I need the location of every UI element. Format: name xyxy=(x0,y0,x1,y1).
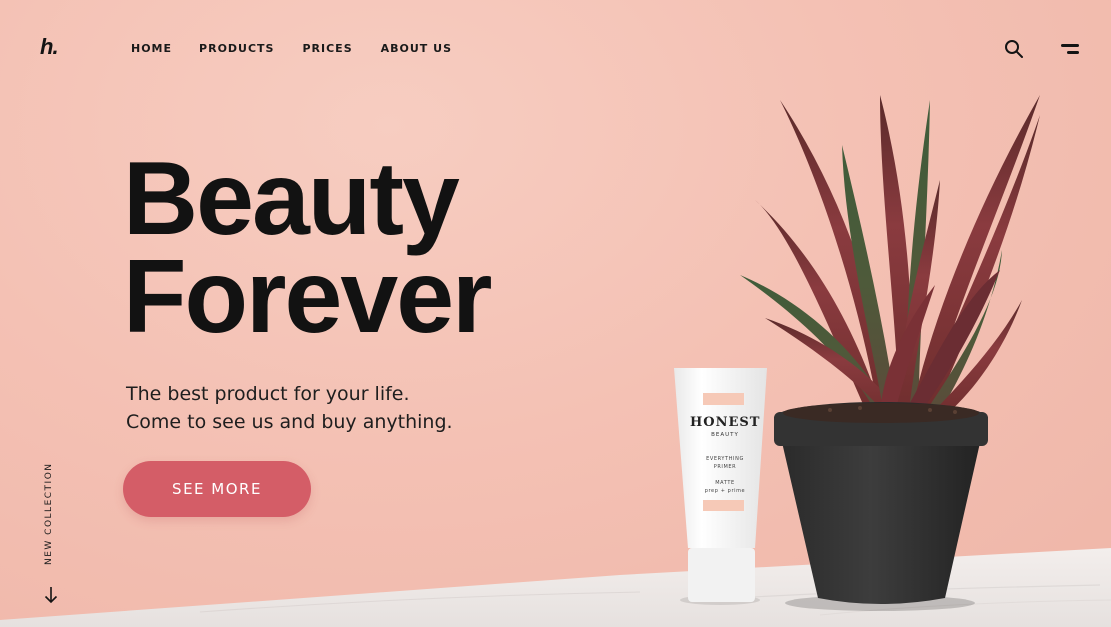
hero-title: Beauty Forever xyxy=(123,141,493,355)
search-icon[interactable] xyxy=(1004,39,1024,59)
landing-page: h. HOME PRODUCTS PRICES ABOUT US Beauty … xyxy=(0,0,1111,627)
hero-title-line-1: Beauty xyxy=(123,141,460,257)
nav-item-products[interactable]: PRODUCTS xyxy=(199,42,274,55)
tube-brand: HONEST xyxy=(690,415,761,430)
hero-title-line-2: Forever xyxy=(123,239,493,355)
tube-line-1: EVERYTHING xyxy=(706,456,744,462)
main-nav: HOME PRODUCTS PRICES ABOUT US xyxy=(131,42,452,55)
hero-subtitle-line-1: The best product for your life. xyxy=(126,383,410,405)
nav-item-home[interactable]: HOME xyxy=(131,42,172,55)
tube-line-4: prep + prime xyxy=(704,488,746,494)
arrow-down-icon[interactable] xyxy=(44,586,58,604)
see-more-button[interactable]: SEE MORE xyxy=(123,461,311,517)
nav-item-prices[interactable]: PRICES xyxy=(302,42,352,55)
tube-line-2: PRIMER xyxy=(713,464,737,470)
new-collection-label: NEW COLLECTION xyxy=(44,462,54,565)
hero-subtitle-line-2: Come to see us and buy anything. xyxy=(126,411,453,433)
tube-line-3: MATTE xyxy=(715,480,735,486)
nav-item-about-us[interactable]: ABOUT US xyxy=(381,42,452,55)
tube-brand-sub: BEAUTY xyxy=(711,432,739,438)
menu-icon[interactable] xyxy=(1059,42,1081,56)
hero-subtitle: The best product for your life. Come to … xyxy=(126,380,453,436)
product-scene xyxy=(674,95,1040,611)
plant-leaves xyxy=(740,95,1040,420)
plant-pot xyxy=(774,402,988,604)
brand-logo[interactable]: h. xyxy=(40,34,59,60)
